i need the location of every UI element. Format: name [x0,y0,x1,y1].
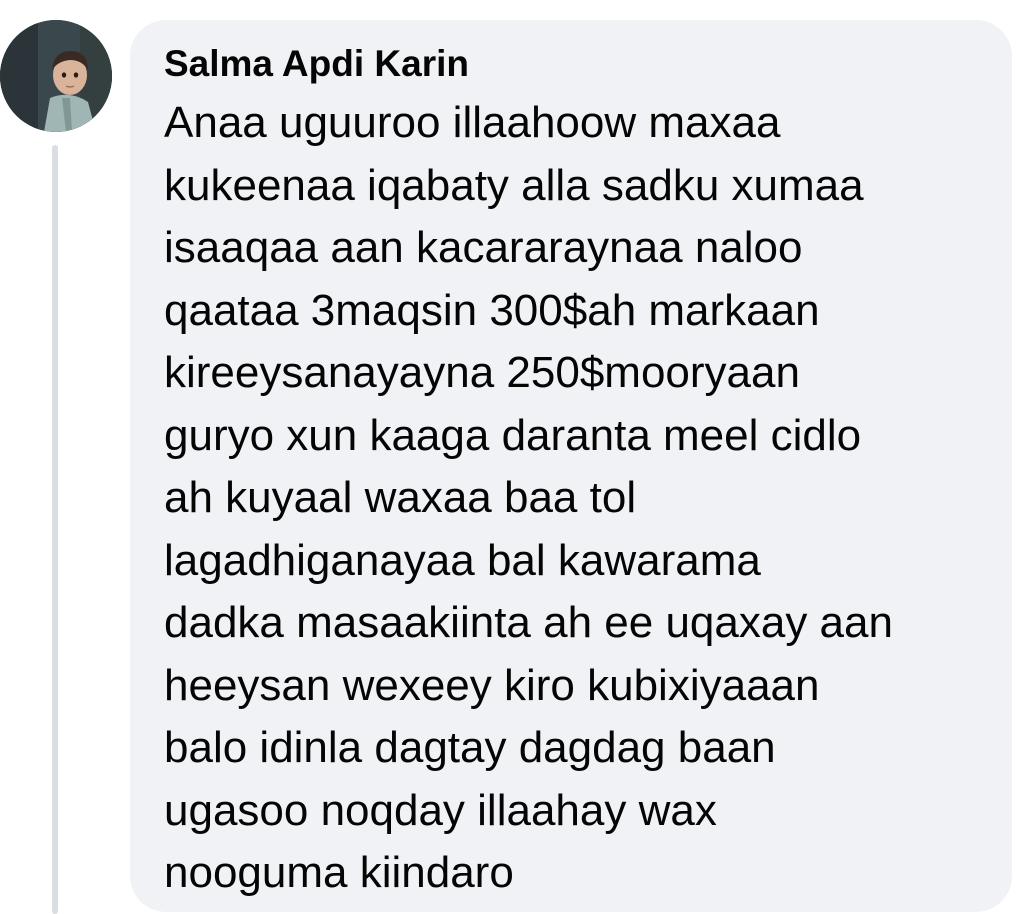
comment-author-name[interactable]: Salma Apdi Karin [164,40,978,88]
avatar[interactable] [0,20,112,132]
comment-thread: Salma Apdi Karin Anaa uguuroo illaahoow … [0,0,1018,914]
comment-bubble: Salma Apdi Karin Anaa uguuroo illaahoow … [130,20,1012,912]
thread-line [52,145,58,914]
comment-text: Anaa uguuroo illaahoow maxaa kukeenaa iq… [164,98,893,897]
child-photo-icon [0,20,112,132]
